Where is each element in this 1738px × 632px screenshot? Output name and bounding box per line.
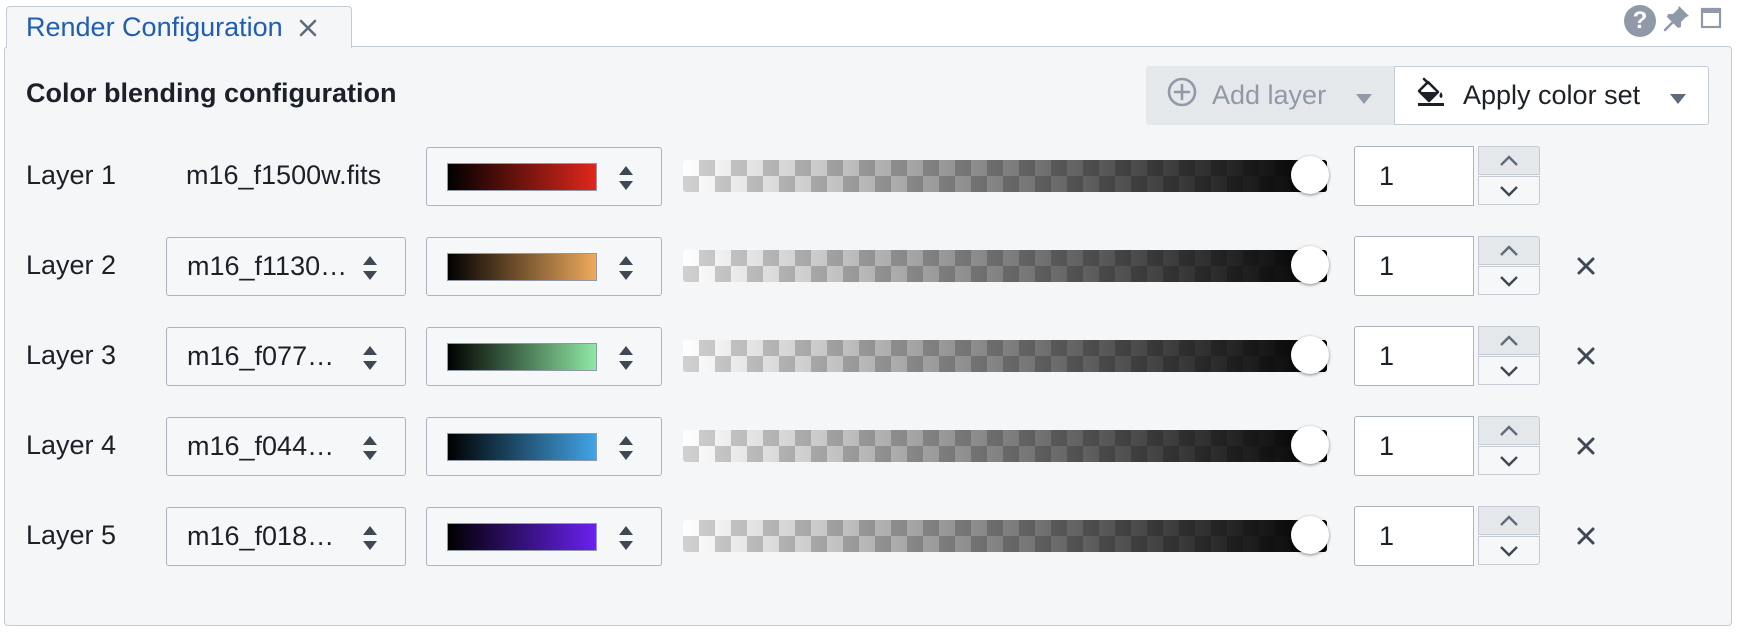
decrement-button[interactable] [1478, 176, 1540, 205]
paint-bucket-icon [1415, 76, 1447, 115]
increment-button[interactable] [1478, 236, 1540, 265]
opacity-slider-handle[interactable] [1291, 246, 1329, 284]
panel-heading: Color blending configuration [26, 78, 397, 108]
increment-button[interactable] [1478, 326, 1540, 355]
layer-label: Layer 5 [26, 520, 117, 550]
colormap-swatch [447, 343, 597, 371]
decrement-button[interactable] [1478, 266, 1540, 295]
opacity-slider-track[interactable] [683, 430, 1327, 462]
up-down-caret-icon [617, 344, 635, 377]
layer-value-input[interactable] [1354, 326, 1474, 386]
increment-button[interactable] [1478, 146, 1540, 175]
remove-icon[interactable] [1574, 254, 1598, 278]
layer-label: Layer 2 [26, 250, 117, 280]
layer-file-name: m16_f1500w.fits [186, 160, 382, 190]
file-select-value: m16_f1130w.fits [187, 251, 349, 281]
close-icon[interactable] [297, 17, 319, 39]
up-down-caret-icon [361, 524, 379, 557]
apply-color-set-label: Apply color set [1463, 80, 1641, 110]
help-icon[interactable]: ? [1624, 4, 1656, 37]
remove-icon[interactable] [1574, 344, 1598, 368]
colormap-select[interactable] [426, 237, 662, 296]
tab-title: Render Configuration [26, 12, 283, 42]
colormap-select[interactable] [426, 147, 662, 206]
opacity-slider-track[interactable] [683, 340, 1327, 372]
remove-icon[interactable] [1574, 524, 1598, 548]
caret-down-icon [1356, 80, 1372, 111]
opacity-slider-handle[interactable] [1291, 336, 1329, 374]
colormap-select[interactable] [426, 507, 662, 566]
add-layer-button[interactable]: Add layer [1146, 66, 1394, 125]
layer-value-input[interactable] [1354, 236, 1474, 296]
remove-icon[interactable] [1574, 434, 1598, 458]
opacity-slider-handle[interactable] [1291, 516, 1329, 554]
add-layer-label: Add layer [1212, 80, 1327, 110]
opacity-slider-track[interactable] [683, 250, 1327, 282]
file-select[interactable]: m16_f0444w.fits [166, 417, 406, 476]
tab-render-configuration[interactable]: Render Configuration [6, 6, 352, 48]
layer-value-input[interactable] [1354, 146, 1474, 206]
opacity-slider-handle[interactable] [1291, 156, 1329, 194]
layer-value-input[interactable] [1354, 416, 1474, 476]
apply-color-set-button[interactable]: Apply color set [1394, 66, 1709, 125]
layer-row: Layer 5 m16_f0187n.fits [0, 506, 1738, 566]
caret-down-icon [1670, 80, 1686, 111]
up-down-caret-icon [361, 434, 379, 467]
decrement-button[interactable] [1478, 536, 1540, 565]
layer-row: Layer 3 m16_f0770w.fits [0, 326, 1738, 386]
add-circle-icon [1166, 76, 1198, 115]
layer-label: Layer 4 [26, 430, 117, 460]
file-select-value: m16_f0444w.fits [187, 431, 349, 461]
colormap-swatch [447, 433, 597, 461]
layer-label: Layer 3 [26, 340, 117, 370]
layer-label: Layer 1 [26, 160, 117, 190]
layer-row: Layer 2 m16_f1130w.fits [0, 236, 1738, 296]
file-select[interactable]: m16_f0770w.fits [166, 327, 406, 386]
up-down-caret-icon [617, 524, 635, 557]
file-select-value: m16_f0770w.fits [187, 341, 349, 371]
opacity-slider-handle[interactable] [1291, 426, 1329, 464]
colormap-select[interactable] [426, 417, 662, 476]
increment-button[interactable] [1478, 506, 1540, 535]
colormap-swatch [447, 163, 597, 191]
colormap-select[interactable] [426, 327, 662, 386]
up-down-caret-icon [617, 164, 635, 197]
up-down-caret-icon [361, 344, 379, 377]
file-select[interactable]: m16_f1130w.fits [166, 237, 406, 296]
decrement-button[interactable] [1478, 356, 1540, 385]
up-down-caret-icon [361, 254, 379, 287]
layer-value-input[interactable] [1354, 506, 1474, 566]
file-select-value: m16_f0187n.fits [187, 521, 349, 551]
up-down-caret-icon [617, 434, 635, 467]
colormap-swatch [447, 523, 597, 551]
window-controls: ? [1624, 3, 1724, 38]
decrement-button[interactable] [1478, 446, 1540, 475]
colormap-swatch [447, 253, 597, 281]
maximize-icon[interactable] [1698, 5, 1724, 36]
file-select[interactable]: m16_f0187n.fits [166, 507, 406, 566]
pin-icon[interactable] [1662, 3, 1692, 38]
layer-row: Layer 4 m16_f0444w.fits [0, 416, 1738, 476]
increment-button[interactable] [1478, 416, 1540, 445]
opacity-slider-track[interactable] [683, 160, 1327, 192]
up-down-caret-icon [617, 254, 635, 287]
opacity-slider-track[interactable] [683, 520, 1327, 552]
layer-row: Layer 1 m16_f1500w.fits [0, 146, 1738, 206]
